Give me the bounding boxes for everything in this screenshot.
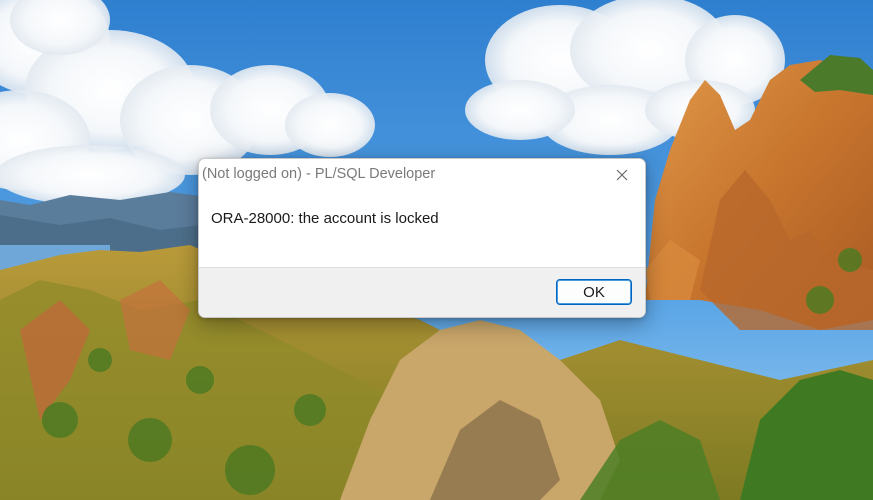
ok-button[interactable]: OK [556, 279, 632, 305]
dialog-footer: OK [199, 267, 645, 317]
error-message: ORA-28000: the account is locked [211, 210, 439, 227]
desktop: (Not logged on) - PL/SQL Developer ORA-2… [0, 0, 873, 500]
message-dialog: (Not logged on) - PL/SQL Developer ORA-2… [198, 158, 646, 318]
close-button[interactable] [599, 159, 645, 190]
dialog-title: (Not logged on) - PL/SQL Developer [202, 166, 436, 182]
dialog-title-bar[interactable]: (Not logged on) - PL/SQL Developer [199, 159, 645, 190]
dialog-content: ORA-28000: the account is locked [199, 190, 645, 267]
close-icon [616, 169, 628, 180]
